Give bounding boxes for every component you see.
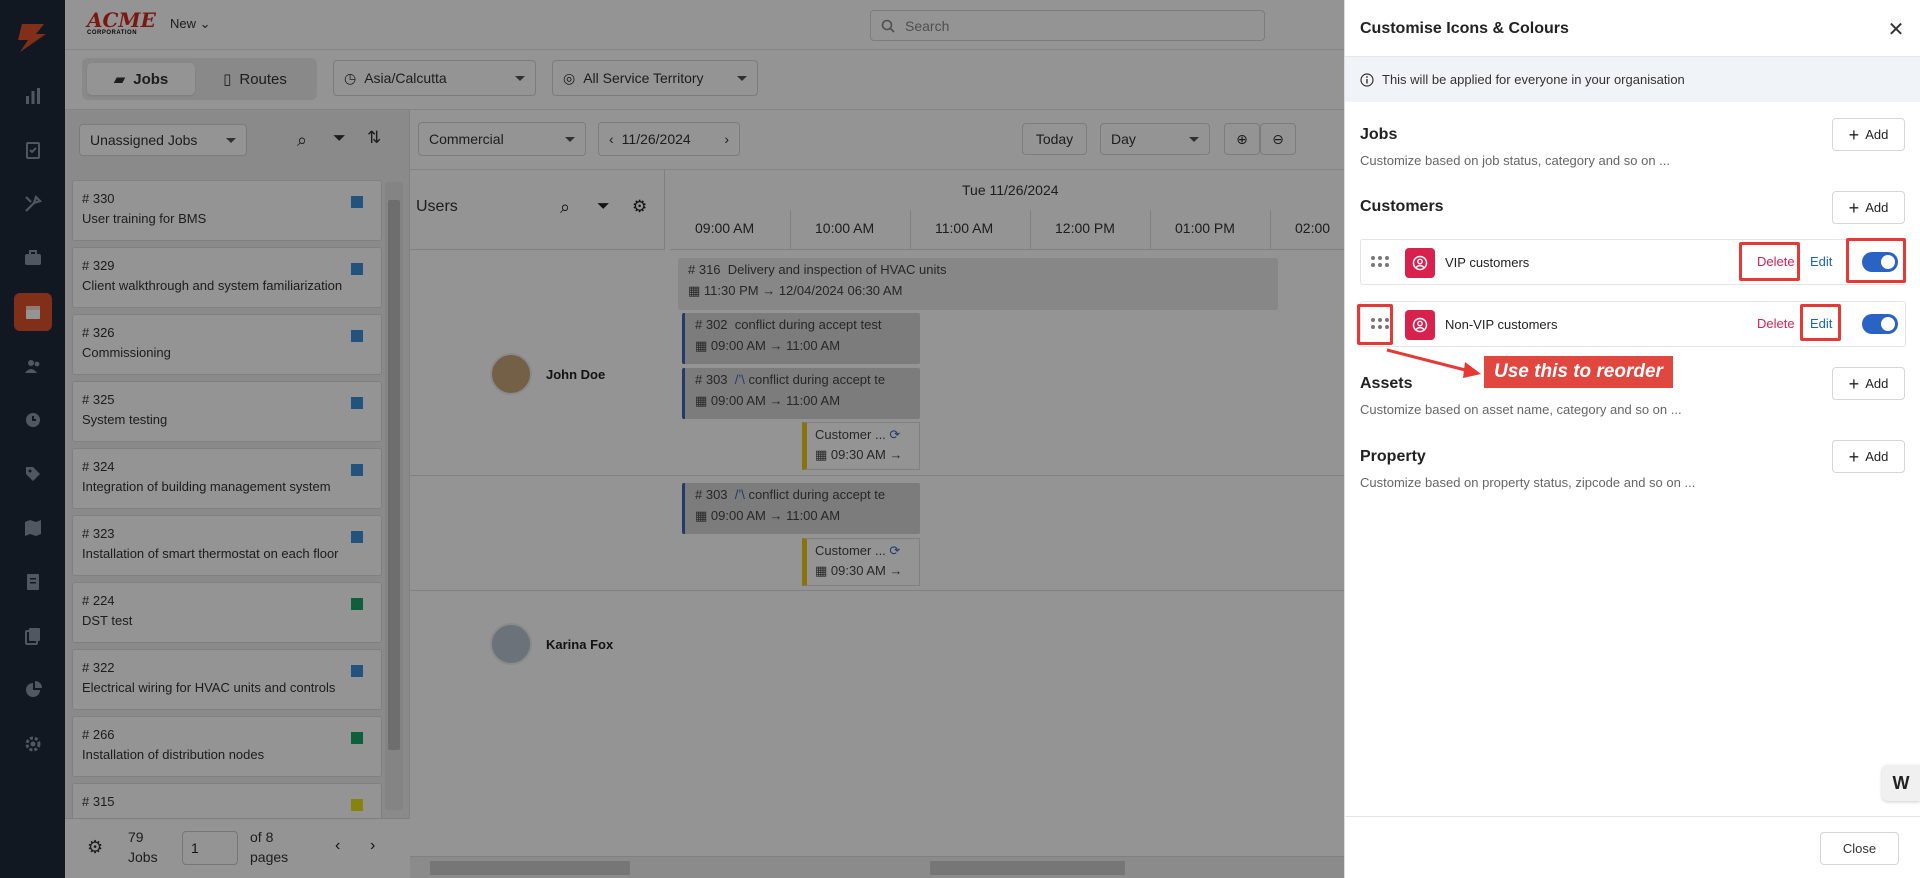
section-subtitle-assets: Customize based on asset name, category … [1360,402,1682,417]
customer-rule-vip: VIP customers Delete Edit [1360,239,1906,285]
plus-icon: + [1848,373,1860,394]
add-jobs-button[interactable]: + Add [1832,118,1905,151]
section-title-property: Property [1360,448,1426,465]
drag-handle-icon[interactable] [1371,256,1391,268]
info-icon [1360,72,1374,87]
add-assets-button[interactable]: + Add [1832,367,1905,400]
drawer-footer: Close [1345,816,1920,878]
add-property-button[interactable]: + Add [1832,440,1905,473]
user-circle-icon [1405,310,1435,340]
plus-icon: + [1848,197,1860,218]
section-subtitle-jobs: Customize based on job status, category … [1360,153,1671,168]
customise-drawer: Customise Icons & Colours ✕ This will be… [1344,0,1920,878]
section-title-jobs: Jobs [1360,126,1398,143]
modal-backdrop[interactable] [0,0,1345,878]
section-subtitle-property: Customize based on property status, zipc… [1360,475,1696,490]
info-banner: This will be applied for everyone in you… [1345,57,1920,102]
highlight-delete [1739,242,1800,281]
user-circle-icon [1405,248,1435,278]
section-title-customers: Customers [1360,198,1444,215]
reorder-callout: Use this to reorder [1484,356,1673,388]
edit-button[interactable]: Edit [1810,254,1832,269]
plus-icon: + [1848,446,1860,467]
section-title-assets: Assets [1360,375,1413,392]
enable-toggle[interactable] [1862,314,1898,334]
highlight-edit [1800,304,1841,341]
close-icon[interactable]: ✕ [1884,17,1908,41]
drawer-header: Customise Icons & Colours ✕ [1345,0,1920,57]
arrow-annotation [1386,348,1481,378]
highlight-drag-handle [1357,304,1393,345]
plus-icon: + [1848,124,1860,145]
add-customers-button[interactable]: + Add [1832,191,1905,224]
drawer-title: Customise Icons & Colours [1360,20,1569,37]
delete-button[interactable]: Delete [1757,316,1795,331]
close-button[interactable]: Close [1820,832,1899,865]
help-widget-icon[interactable]: W [1882,765,1920,801]
highlight-toggle [1846,238,1906,283]
